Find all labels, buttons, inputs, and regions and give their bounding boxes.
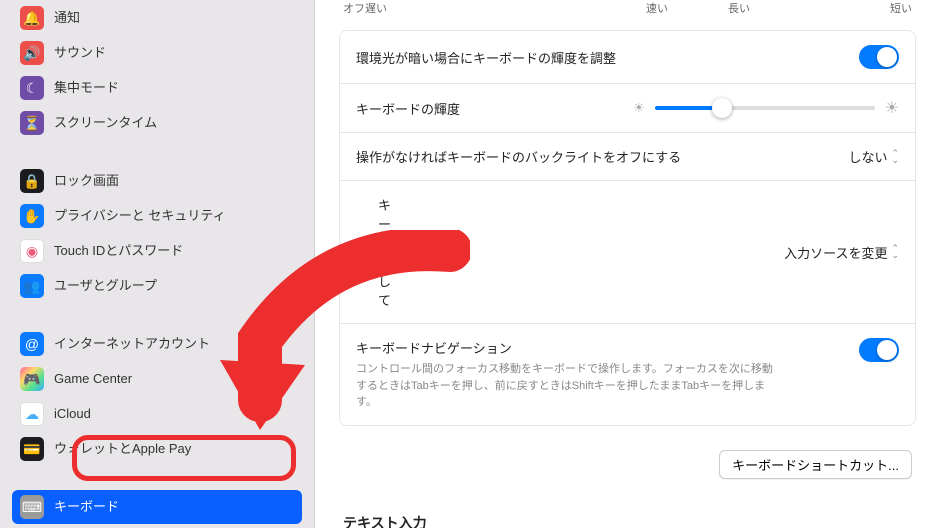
text-input-heading: テキスト入力 (343, 513, 916, 528)
hourglass-icon: ⏳ (20, 111, 44, 135)
globe-key-popup[interactable]: 入力ソースを変更 ⌃⌄ (784, 243, 899, 262)
keyboard-icon: ⌨ (20, 495, 44, 519)
at-icon: @ (20, 332, 44, 356)
sidebar-item-users[interactable]: 👥ユーザとグループ (12, 269, 302, 303)
sidebar-item-moon[interactable]: ☾集中モード (12, 71, 302, 105)
tick-slow: 遅い (365, 0, 387, 16)
globe-icon (356, 244, 372, 260)
chevron-updown-icon: ⌃⌄ (891, 150, 899, 164)
wallet-icon: 💳 (20, 437, 44, 461)
sidebar-item-touchid[interactable]: ◉Touch IDとパスワード (12, 234, 302, 268)
icloud-icon: ☁ (20, 402, 44, 426)
tick-fast: 速い (646, 0, 668, 16)
tick-long: 長い (728, 0, 750, 16)
sidebar-item-hand[interactable]: ✋プライバシーと セキュリティ (12, 199, 302, 233)
brightness-slider[interactable] (655, 106, 875, 110)
lock-icon: 🔒 (20, 169, 44, 193)
keyboard-nav-toggle[interactable] (859, 338, 899, 362)
speaker-icon: 🔊 (20, 41, 44, 65)
users-icon: 👥 (20, 274, 44, 298)
sidebar-item-hourglass[interactable]: ⏳スクリーンタイム (12, 106, 302, 140)
main-content: オフ 遅い 速い 長い 短い 環境光が暗い場合にキーボードの輝度を調整 キーボー… (315, 0, 940, 528)
auto-brightness-label: 環境光が暗い場合にキーボードの輝度を調整 (356, 48, 859, 67)
sidebar-item-lock[interactable]: 🔒ロック画面 (12, 164, 302, 198)
sidebar: 🔔通知🔊サウンド☾集中モード⏳スクリーンタイム 🔒ロック画面✋プライバシーと セ… (0, 0, 315, 528)
backlight-off-label: 操作がなければキーボードのバックライトをオフにする (356, 147, 848, 166)
chevron-updown-icon: ⌃⌄ (891, 245, 899, 259)
sidebar-item-bell[interactable]: 🔔通知 (12, 1, 302, 35)
keyboard-settings-panel: 環境光が暗い場合にキーボードの輝度を調整 キーボードの輝度 ☀︎ ☀︎ 操作がな… (339, 30, 916, 426)
tick-off: オフ (343, 0, 365, 16)
brightness-high-icon: ☀︎ (885, 98, 899, 118)
sidebar-item-gc[interactable]: 🎮Game Center (12, 362, 302, 396)
keyboard-nav-sub: コントロール間のフォーカス移動をキーボードで操作します。フォーカスを次に移動する… (356, 361, 776, 411)
sidebar-item-at[interactable]: @インターネットアカウント (12, 327, 302, 361)
sidebar-item-icloud[interactable]: ☁iCloud (12, 397, 302, 431)
touchid-icon: ◉ (20, 239, 44, 263)
sidebar-item-speaker[interactable]: 🔊サウンド (12, 36, 302, 70)
bell-icon: 🔔 (20, 6, 44, 30)
gc-icon: 🎮 (20, 367, 44, 391)
keyboard-nav-label: キーボードナビゲーション (356, 338, 859, 357)
sidebar-item-keyboard[interactable]: ⌨ キーボード (12, 490, 302, 524)
brightness-label: キーボードの輝度 (356, 99, 633, 118)
tick-short: 短い (890, 0, 912, 16)
backlight-off-popup[interactable]: しない ⌃⌄ (848, 147, 899, 166)
auto-brightness-toggle[interactable] (859, 45, 899, 69)
hand-icon: ✋ (20, 204, 44, 228)
sidebar-item-wallet[interactable]: 💳ウォレットとApple Pay (12, 432, 302, 466)
globe-key-label: キーを押して (378, 195, 391, 309)
brightness-low-icon: ☀︎ (633, 100, 645, 116)
keyboard-shortcuts-button[interactable]: キーボードショートカット... (719, 450, 912, 479)
moon-icon: ☾ (20, 76, 44, 100)
